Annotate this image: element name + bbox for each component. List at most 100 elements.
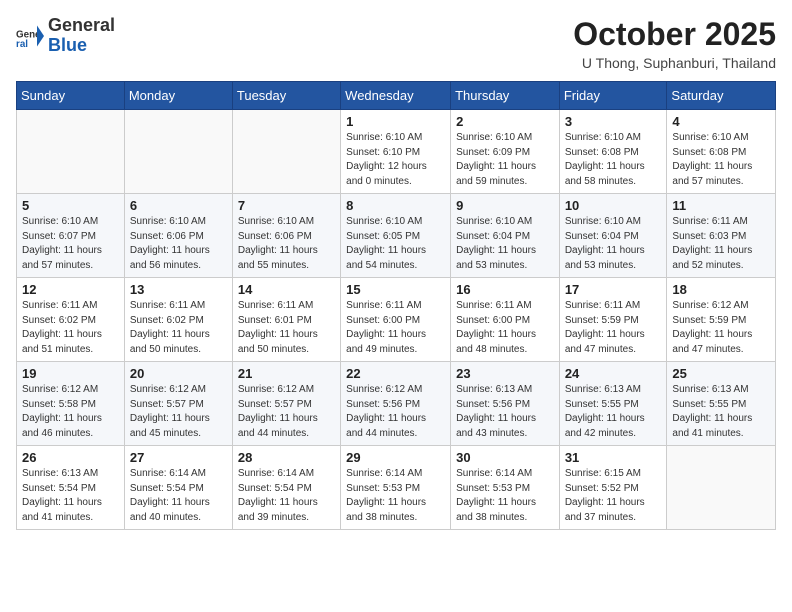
day-number: 6	[130, 198, 227, 213]
col-header-saturday: Saturday	[667, 82, 776, 110]
day-number: 24	[565, 366, 662, 381]
cell-info: Sunrise: 6:10 AM Sunset: 6:10 PM Dayligh…	[346, 131, 445, 189]
calendar-cell: 19Sunrise: 6:12 AM Sunset: 5:58 PM Dayli…	[17, 362, 125, 446]
cell-info: Sunrise: 6:10 AM Sunset: 6:07 PM Dayligh…	[22, 215, 119, 273]
cell-info: Sunrise: 6:10 AM Sunset: 6:06 PM Dayligh…	[130, 215, 227, 273]
calendar-cell: 25 Sunrise: 6:13 AM Sunset: 5:55 PM Dayli…	[667, 362, 776, 446]
calendar-week-row: 1 Sunrise: 6:10 AM Sunset: 6:10 PM Daylig…	[17, 110, 776, 194]
day-number: 1	[346, 114, 445, 129]
calendar-cell: 29 Sunrise: 6:14 AM Sunset: 5:53 PM Dayli…	[341, 446, 451, 530]
calendar-cell: 28Sunrise: 6:14 AM Sunset: 5:54 PM Dayli…	[232, 446, 340, 530]
calendar-table: SundayMondayTuesdayWednesdayThursdayFrid…	[16, 81, 776, 530]
logo: Gene ral General Blue	[16, 16, 115, 56]
day-number: 14	[238, 282, 335, 297]
calendar-cell: 2 Sunrise: 6:10 AM Sunset: 6:09 PM Daylig…	[451, 110, 560, 194]
cell-info: Sunrise: 6:10 AM Sunset: 6:06 PM Dayligh…	[238, 215, 335, 273]
day-number: 29	[346, 450, 445, 465]
location-subtitle: U Thong, Suphanburi, Thailand	[573, 55, 776, 71]
page-header: Gene ral General Blue October 2025 U Tho…	[16, 16, 776, 71]
calendar-cell: 23 Sunrise: 6:13 AM Sunset: 5:56 PM Dayli…	[451, 362, 560, 446]
cell-info: Sunrise: 6:10 AM Sunset: 6:04 PM Dayligh…	[456, 215, 554, 273]
calendar-week-row: 12 Sunrise: 6:11 AM Sunset: 6:02 PM Dayli…	[17, 278, 776, 362]
col-header-monday: Monday	[124, 82, 232, 110]
cell-info: Sunrise: 6:14 AM Sunset: 5:54 PM Dayligh…	[238, 467, 335, 525]
cell-info: Sunrise: 6:12 AM Sunset: 5:59 PM Dayligh…	[672, 299, 770, 357]
col-header-sunday: Sunday	[17, 82, 125, 110]
cell-info: Sunrise: 6:14 AM Sunset: 5:53 PM Dayligh…	[346, 467, 445, 525]
day-number: 18	[672, 282, 770, 297]
calendar-cell: 13 Sunrise: 6:11 AM Sunset: 6:02 PM Dayli…	[124, 278, 232, 362]
cell-info: Sunrise: 6:11 AM Sunset: 6:02 PM Dayligh…	[22, 299, 119, 357]
day-number: 3	[565, 114, 662, 129]
svg-text:ral: ral	[16, 39, 28, 50]
day-number: 25	[672, 366, 770, 381]
day-number: 31	[565, 450, 662, 465]
cell-info: Sunrise: 6:10 AM Sunset: 6:05 PM Dayligh…	[346, 215, 445, 273]
cell-info: Sunrise: 6:11 AM Sunset: 6:03 PM Dayligh…	[672, 215, 770, 273]
cell-info: Sunrise: 6:13 AM Sunset: 5:56 PM Dayligh…	[456, 383, 554, 441]
day-number: 10	[565, 198, 662, 213]
day-number: 26	[22, 450, 119, 465]
calendar-cell: 24 Sunrise: 6:13 AM Sunset: 5:55 PM Dayli…	[559, 362, 667, 446]
month-title: October 2025	[573, 16, 776, 53]
calendar-cell: 10Sunrise: 6:10 AM Sunset: 6:04 PM Dayli…	[559, 194, 667, 278]
col-header-friday: Friday	[559, 82, 667, 110]
day-number: 9	[456, 198, 554, 213]
title-block: October 2025 U Thong, Suphanburi, Thaila…	[573, 16, 776, 71]
calendar-cell: 30Sunrise: 6:14 AM Sunset: 5:53 PM Dayli…	[451, 446, 560, 530]
calendar-cell: 21Sunrise: 6:12 AM Sunset: 5:57 PM Dayli…	[232, 362, 340, 446]
day-number: 21	[238, 366, 335, 381]
calendar-cell: 9 Sunrise: 6:10 AM Sunset: 6:04 PM Daylig…	[451, 194, 560, 278]
cell-info: Sunrise: 6:11 AM Sunset: 6:02 PM Dayligh…	[130, 299, 227, 357]
calendar-cell: 18 Sunrise: 6:12 AM Sunset: 5:59 PM Dayli…	[667, 278, 776, 362]
calendar-cell: 6 Sunrise: 6:10 AM Sunset: 6:06 PM Daylig…	[124, 194, 232, 278]
cell-info: Sunrise: 6:13 AM Sunset: 5:55 PM Dayligh…	[565, 383, 662, 441]
calendar-cell: 22 Sunrise: 6:12 AM Sunset: 5:56 PM Dayli…	[341, 362, 451, 446]
day-number: 15	[346, 282, 445, 297]
day-number: 11	[672, 198, 770, 213]
day-number: 2	[456, 114, 554, 129]
calendar-cell: 16Sunrise: 6:11 AM Sunset: 6:00 PM Dayli…	[451, 278, 560, 362]
calendar-cell	[17, 110, 125, 194]
day-number: 23	[456, 366, 554, 381]
calendar-cell: 27Sunrise: 6:14 AM Sunset: 5:54 PM Dayli…	[124, 446, 232, 530]
calendar-cell: 17Sunrise: 6:11 AM Sunset: 5:59 PM Dayli…	[559, 278, 667, 362]
cell-info: Sunrise: 6:10 AM Sunset: 6:08 PM Dayligh…	[672, 131, 770, 189]
logo-icon: Gene ral	[16, 22, 44, 50]
cell-info: Sunrise: 6:13 AM Sunset: 5:54 PM Dayligh…	[22, 467, 119, 525]
calendar-cell: 14 Sunrise: 6:11 AM Sunset: 6:01 PM Dayli…	[232, 278, 340, 362]
cell-info: Sunrise: 6:12 AM Sunset: 5:56 PM Dayligh…	[346, 383, 445, 441]
calendar-cell: 5 Sunrise: 6:10 AM Sunset: 6:07 PM Daylig…	[17, 194, 125, 278]
day-number: 5	[22, 198, 119, 213]
calendar-header-row: SundayMondayTuesdayWednesdayThursdayFrid…	[17, 82, 776, 110]
day-number: 17	[565, 282, 662, 297]
calendar-cell: 12 Sunrise: 6:11 AM Sunset: 6:02 PM Dayli…	[17, 278, 125, 362]
cell-info: Sunrise: 6:10 AM Sunset: 6:08 PM Dayligh…	[565, 131, 662, 189]
cell-info: Sunrise: 6:11 AM Sunset: 6:00 PM Dayligh…	[346, 299, 445, 357]
calendar-cell	[232, 110, 340, 194]
day-number: 8	[346, 198, 445, 213]
day-number: 4	[672, 114, 770, 129]
calendar-cell: 7 Sunrise: 6:10 AM Sunset: 6:06 PM Daylig…	[232, 194, 340, 278]
day-number: 7	[238, 198, 335, 213]
day-number: 30	[456, 450, 554, 465]
cell-info: Sunrise: 6:11 AM Sunset: 6:01 PM Dayligh…	[238, 299, 335, 357]
day-number: 12	[22, 282, 119, 297]
logo-general-text: General	[48, 16, 115, 36]
col-header-wednesday: Wednesday	[341, 82, 451, 110]
col-header-tuesday: Tuesday	[232, 82, 340, 110]
calendar-week-row: 26 Sunrise: 6:13 AM Sunset: 5:54 PM Dayli…	[17, 446, 776, 530]
calendar-cell: 3 Sunrise: 6:10 AM Sunset: 6:08 PM Daylig…	[559, 110, 667, 194]
calendar-cell	[124, 110, 232, 194]
calendar-cell: 8 Sunrise: 6:10 AM Sunset: 6:05 PM Daylig…	[341, 194, 451, 278]
day-number: 22	[346, 366, 445, 381]
day-number: 13	[130, 282, 227, 297]
cell-info: Sunrise: 6:12 AM Sunset: 5:58 PM Dayligh…	[22, 383, 119, 441]
calendar-week-row: 5 Sunrise: 6:10 AM Sunset: 6:07 PM Daylig…	[17, 194, 776, 278]
logo-blue-text: Blue	[48, 36, 115, 56]
cell-info: Sunrise: 6:13 AM Sunset: 5:55 PM Dayligh…	[672, 383, 770, 441]
calendar-cell: 20Sunrise: 6:12 AM Sunset: 5:57 PM Dayli…	[124, 362, 232, 446]
cell-info: Sunrise: 6:10 AM Sunset: 6:09 PM Dayligh…	[456, 131, 554, 189]
calendar-cell: 31Sunrise: 6:15 AM Sunset: 5:52 PM Dayli…	[559, 446, 667, 530]
day-number: 27	[130, 450, 227, 465]
